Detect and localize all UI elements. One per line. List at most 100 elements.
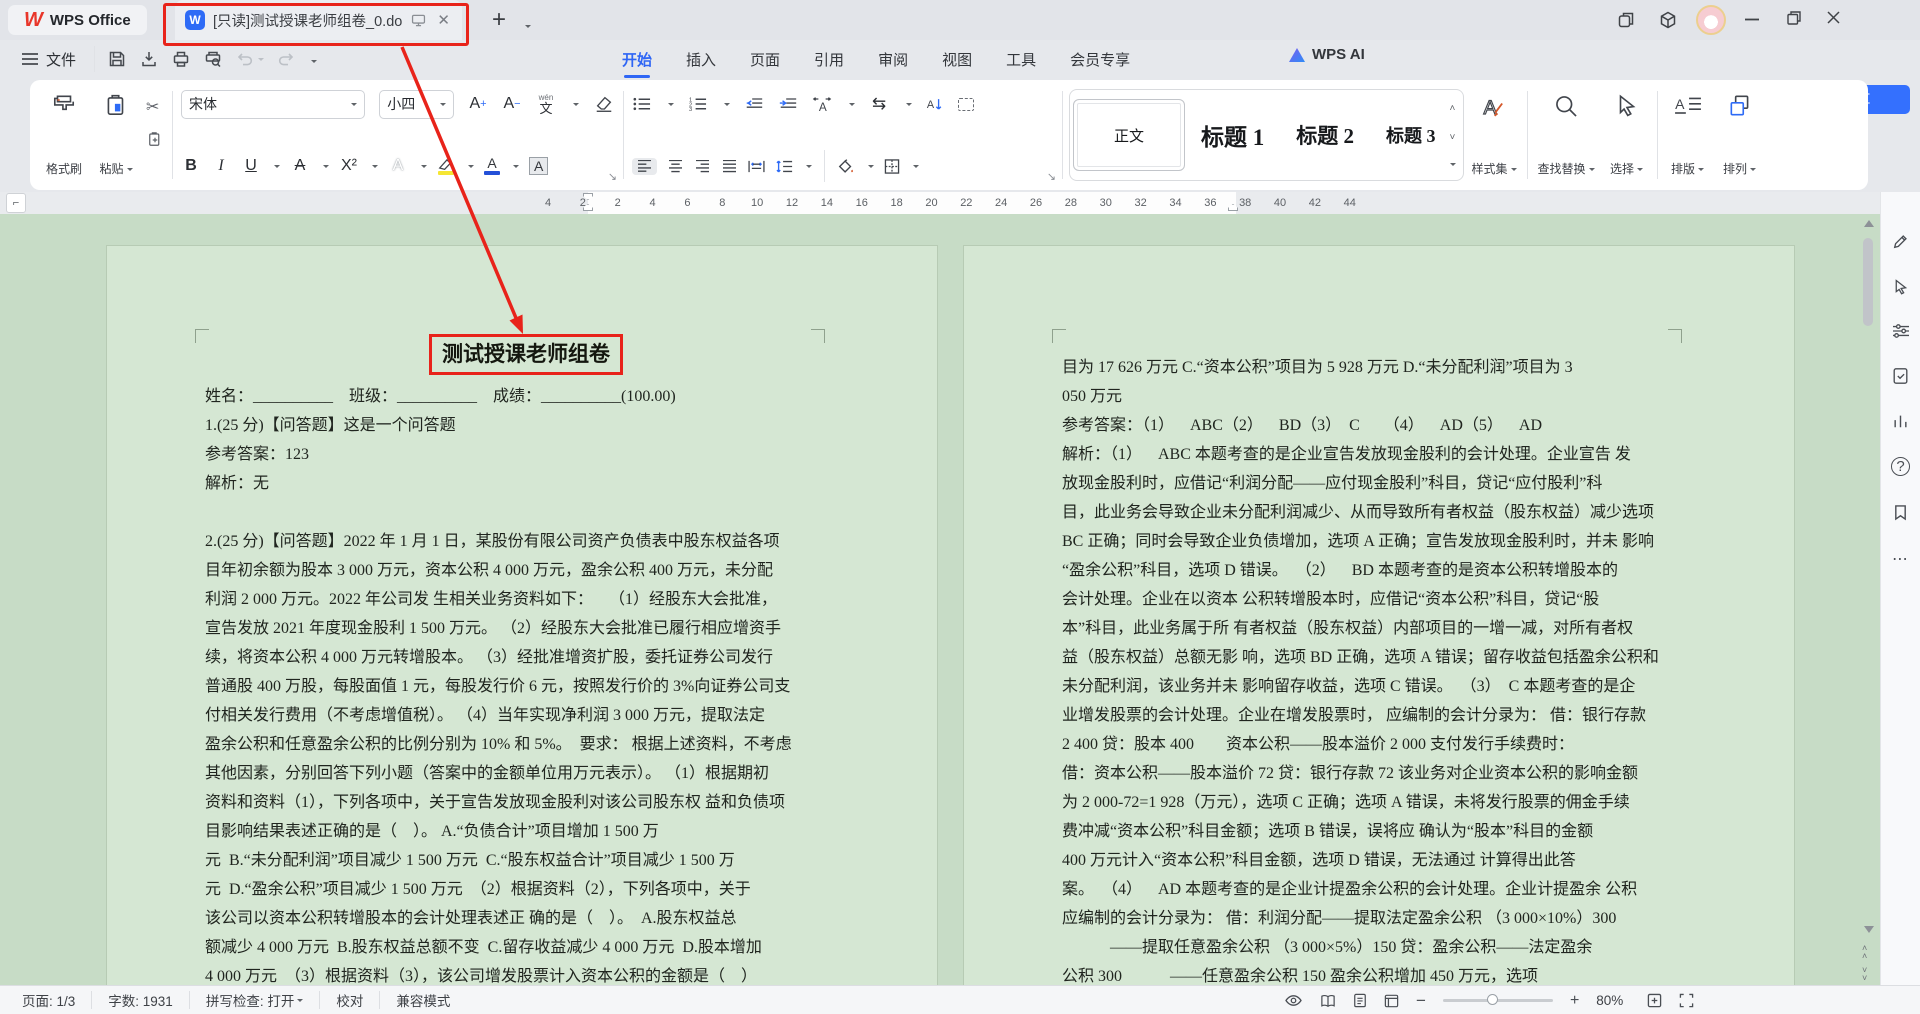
zoom-out-icon[interactable]: − [1416, 991, 1426, 1011]
underline-button[interactable]: U [241, 157, 261, 175]
eye-protection-icon[interactable] [1284, 993, 1303, 1008]
font-name-select[interactable]: 宋体 [181, 90, 365, 119]
shading-button[interactable] [837, 159, 855, 174]
decrease-font-icon[interactable]: A− [502, 95, 522, 113]
save-icon[interactable] [107, 49, 127, 69]
paste-button[interactable]: 粘贴 [90, 85, 142, 181]
print-icon[interactable] [171, 49, 191, 69]
redo-icon[interactable] [276, 50, 296, 68]
help-icon[interactable]: ? [1891, 457, 1910, 476]
edit-pen-icon[interactable] [1892, 232, 1910, 250]
select-tool-icon[interactable] [1892, 278, 1909, 295]
distribute-button[interactable] [748, 160, 765, 173]
menu-tab[interactable]: 会员专享 [1060, 43, 1140, 76]
tab-stop-selector[interactable]: ⌐ [6, 193, 26, 213]
vertical-scrollbar[interactable]: ˄˄ ˅˅ [1858, 214, 1880, 985]
spell-check-toggle[interactable]: 拼写检查: 打开 [190, 991, 321, 1009]
style-set-button[interactable]: A 样式集 [1466, 85, 1523, 181]
new-tab-button[interactable]: + [492, 6, 506, 34]
undo-icon[interactable] [235, 50, 264, 68]
proofread-button[interactable]: 校对 [320, 991, 380, 1009]
bookmark-icon[interactable] [1893, 504, 1908, 521]
page-indicator[interactable]: 页面: 1/3 [6, 991, 92, 1009]
page-2[interactable]: 目为 17 626 万元 C.“资本公积”项目为 5 928 万元 D.“未分配… [963, 245, 1795, 985]
restore-button[interactable] [1786, 10, 1802, 26]
paste-special-icon[interactable] [146, 131, 164, 149]
zoom-slider-handle[interactable] [1487, 994, 1498, 1005]
user-avatar[interactable] [1696, 5, 1726, 35]
strikethrough-button[interactable]: A [290, 157, 310, 175]
scroll-down-icon[interactable] [1864, 926, 1874, 933]
workspace-cube-icon[interactable] [1658, 10, 1678, 30]
menu-tab[interactable]: 开始 [612, 43, 662, 76]
wps-home-button[interactable]: W WPS Office [8, 5, 147, 35]
next-page-icon[interactable]: ˅˅ [1862, 966, 1867, 982]
decrease-indent-button[interactable] [744, 96, 764, 112]
export-icon[interactable] [139, 49, 159, 69]
style-heading2[interactable]: 标题 2 [1280, 99, 1370, 171]
web-layout-icon[interactable] [1384, 994, 1399, 1008]
align-left-button[interactable] [632, 158, 657, 175]
read-mode-icon[interactable] [1320, 994, 1336, 1008]
style-heading3[interactable]: 标题 3 [1370, 99, 1446, 171]
text-effects-button[interactable]: A [388, 157, 408, 175]
paragraph-dialog-launcher-icon[interactable]: ↘ [1047, 170, 1056, 183]
page-mode-icon[interactable] [1353, 993, 1367, 1008]
border-button[interactable] [884, 159, 900, 174]
more-tools-icon[interactable]: ⋯ [1892, 549, 1909, 569]
fit-page-icon[interactable] [1647, 993, 1662, 1008]
menu-tab[interactable]: 插入 [676, 43, 726, 76]
bullet-list-button[interactable] [632, 96, 651, 112]
line-spacing-button[interactable] [775, 159, 793, 174]
font-color-button[interactable]: A [484, 157, 500, 175]
menu-tab[interactable]: 页面 [740, 43, 790, 76]
highlight-color-button[interactable] [437, 157, 455, 175]
gallery-down-icon[interactable]: ˅ [1450, 132, 1456, 143]
increase-font-icon[interactable]: A+ [468, 95, 488, 113]
style-heading1[interactable]: 标题 1 [1185, 99, 1280, 171]
bold-button[interactable]: B [181, 157, 201, 175]
zoom-level[interactable]: 80% [1596, 993, 1630, 1008]
adjust-sliders-icon[interactable] [1892, 323, 1910, 339]
find-replace-button[interactable]: 查找替换 [1532, 85, 1601, 181]
menu-tab[interactable]: 审阅 [868, 43, 918, 76]
increase-indent-button[interactable] [778, 96, 798, 112]
fullscreen-icon[interactable] [1679, 993, 1694, 1008]
document-canvas[interactable]: 测试授课老师组卷 姓名：__________ 班级：__________ 成绩：… [0, 214, 1880, 985]
doc-check-icon[interactable] [1892, 367, 1909, 385]
char-shading-button[interactable]: A [529, 157, 548, 175]
tab-list-chevron-icon[interactable] [522, 16, 531, 34]
sort-button[interactable]: A [926, 96, 944, 113]
tab-close-icon[interactable]: ✕ [435, 11, 452, 29]
char-scale-button[interactable]: A [812, 96, 832, 113]
switch-window-icon[interactable] [1616, 10, 1636, 30]
scroll-up-icon[interactable] [1864, 220, 1874, 227]
print-preview-icon[interactable] [203, 49, 223, 69]
scrollbar-thumb[interactable] [1863, 238, 1873, 326]
word-count[interactable]: 字数: 1931 [92, 991, 190, 1009]
arrange-button[interactable]: 排列 [1714, 85, 1766, 181]
font-size-select[interactable]: 小四 [379, 90, 454, 119]
paragraph-layout-button[interactable] [958, 98, 974, 111]
file-menu-button[interactable]: 文件 [0, 49, 90, 70]
format-painter-button[interactable]: 格式刷 [38, 85, 90, 181]
previous-page-icon[interactable]: ˄˄ [1862, 944, 1867, 960]
font-dialog-launcher-icon[interactable]: ↘ [608, 170, 617, 183]
menu-tab[interactable]: 工具 [996, 43, 1046, 76]
numbered-list-button[interactable]: 123 [688, 96, 707, 112]
select-button[interactable]: 选择 [1601, 85, 1653, 181]
chart-icon[interactable] [1892, 413, 1909, 429]
superscript-button[interactable]: X² [339, 157, 359, 175]
menu-tab[interactable]: 引用 [804, 43, 854, 76]
italic-button[interactable]: I [211, 157, 231, 175]
phonetic-guide-icon[interactable]: wén文 [536, 94, 556, 115]
zoom-slider[interactable] [1443, 999, 1553, 1002]
wps-ai-button[interactable]: WPS AI [1288, 46, 1365, 63]
align-right-button[interactable] [694, 160, 711, 173]
zoom-in-icon[interactable]: + [1570, 992, 1579, 1010]
gallery-up-icon[interactable]: ˄ [1450, 103, 1456, 114]
toolbar-more-chevron-icon[interactable] [308, 51, 317, 68]
menu-tab[interactable]: 视图 [932, 43, 982, 76]
layout-button[interactable]: A 排版 [1662, 85, 1714, 181]
page-1[interactable]: 测试授课老师组卷 姓名：__________ 班级：__________ 成绩：… [106, 245, 938, 985]
